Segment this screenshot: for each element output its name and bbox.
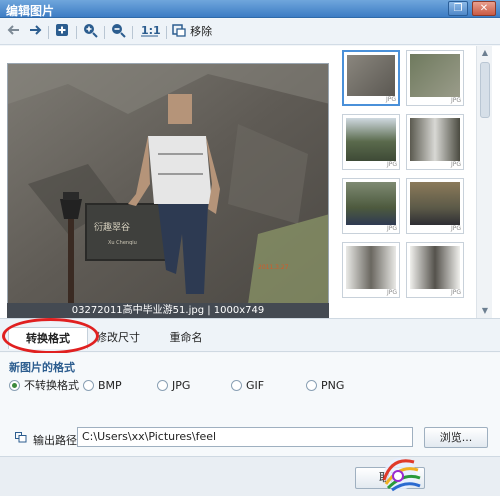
- zoom-out-icon[interactable]: [110, 23, 126, 41]
- thumbnail[interactable]: JPG: [342, 242, 400, 298]
- watermark-logo: [372, 450, 428, 496]
- svg-text:1:1: 1:1: [141, 24, 160, 37]
- back-arrow-icon[interactable]: [6, 23, 22, 41]
- remove-button[interactable]: 移除: [172, 23, 228, 41]
- highlight-annotation: [2, 318, 99, 354]
- section-title: 新图片的格式: [9, 361, 75, 374]
- output-path-field[interactable]: C:\Users\xx\Pictures\feel: [77, 427, 413, 447]
- thumbnail[interactable]: JPG: [406, 114, 464, 170]
- browse-button[interactable]: 浏览...: [424, 427, 488, 448]
- toolbar-separator: [132, 26, 133, 39]
- svg-text:衍趣翠谷: 衍趣翠谷: [94, 221, 130, 233]
- output-path-label: 输出路径: [33, 434, 77, 447]
- thumbnail-image: [347, 55, 395, 96]
- file-type-badge: JPG: [386, 289, 397, 296]
- radio-dot: [231, 380, 242, 391]
- thumbnail-image: [346, 246, 396, 289]
- file-type-badge: JPG: [450, 97, 461, 104]
- thumbnail-image: [410, 182, 460, 225]
- file-type-badge: JPG: [386, 161, 397, 168]
- radio-label: GIF: [246, 379, 265, 392]
- radio-label: BMP: [98, 379, 122, 392]
- toolbar-separator: [76, 26, 77, 39]
- add-icon[interactable]: [54, 23, 70, 41]
- toolbar-separator: [166, 26, 167, 39]
- thumbnail-image: [346, 182, 396, 225]
- thumbnail-list: JPG JPG JPG JPG JPG JPG JPG JPG: [338, 46, 476, 318]
- radio-jpg[interactable]: JPG: [157, 379, 190, 393]
- thumbnail[interactable]: JPG: [342, 178, 400, 234]
- thumbnail[interactable]: JPG: [406, 50, 464, 106]
- thumbnail-image: [410, 54, 460, 97]
- file-type-badge: JPG: [385, 96, 396, 103]
- toolbar-separator: [48, 26, 49, 39]
- forward-arrow-icon[interactable]: [27, 23, 43, 41]
- photo-caption: 03272011高中毕业游51.jpg | 1000x749: [7, 303, 329, 318]
- thumbnail-image: [410, 118, 460, 161]
- radio-no-convert[interactable]: 不转换格式: [9, 379, 79, 393]
- file-type-badge: JPG: [450, 289, 461, 296]
- radio-dot: [306, 380, 317, 391]
- photo-image: 衍趣翠谷 Xu Chenqiu 2011.3.27: [8, 64, 328, 304]
- radio-gif[interactable]: GIF: [231, 379, 264, 393]
- svg-text:Xu Chenqiu: Xu Chenqiu: [108, 240, 137, 246]
- radio-label: JPG: [172, 379, 191, 392]
- file-type-badge: JPG: [386, 225, 397, 232]
- radio-label: 不转换格式: [24, 379, 79, 392]
- tab-rename[interactable]: 重命名: [158, 327, 214, 349]
- scroll-up-icon[interactable]: ▲: [477, 46, 493, 60]
- remove-icon: [172, 24, 186, 37]
- thumbnail[interactable]: JPG: [342, 50, 400, 106]
- thumbnail[interactable]: JPG: [406, 178, 464, 234]
- maximize-button[interactable]: ❐: [448, 1, 468, 16]
- radio-bmp[interactable]: BMP: [83, 379, 122, 393]
- thumbnail-image: [410, 246, 460, 289]
- radio-dot: [9, 380, 20, 391]
- actual-size-icon[interactable]: 1:1: [139, 23, 161, 41]
- close-button[interactable]: ✕: [472, 1, 496, 16]
- radio-dot: [157, 380, 168, 391]
- thumbnail[interactable]: JPG: [406, 242, 464, 298]
- folder-icon: [15, 432, 27, 443]
- toolbar: 1:1 移除: [0, 19, 500, 45]
- file-type-badge: JPG: [450, 225, 461, 232]
- scroll-down-icon[interactable]: ▼: [477, 304, 493, 318]
- file-type-badge: JPG: [450, 161, 461, 168]
- thumbnail-image: [346, 118, 396, 161]
- thumbnail-scrollbar[interactable]: ▲ ▼: [476, 46, 492, 318]
- radio-dot: [83, 380, 94, 391]
- toolbar-separator: [104, 26, 105, 39]
- thumbnail[interactable]: JPG: [342, 114, 400, 170]
- zoom-in-icon[interactable]: [82, 23, 98, 41]
- svg-text:2011.3.27: 2011.3.27: [258, 264, 289, 271]
- remove-label: 移除: [190, 25, 213, 38]
- radio-png[interactable]: PNG: [306, 379, 344, 393]
- scroll-thumb[interactable]: [480, 62, 490, 118]
- radio-label: PNG: [321, 379, 345, 392]
- title-bar: 编辑图片 ❐ ✕: [0, 0, 500, 18]
- window-title: 编辑图片: [6, 4, 55, 18]
